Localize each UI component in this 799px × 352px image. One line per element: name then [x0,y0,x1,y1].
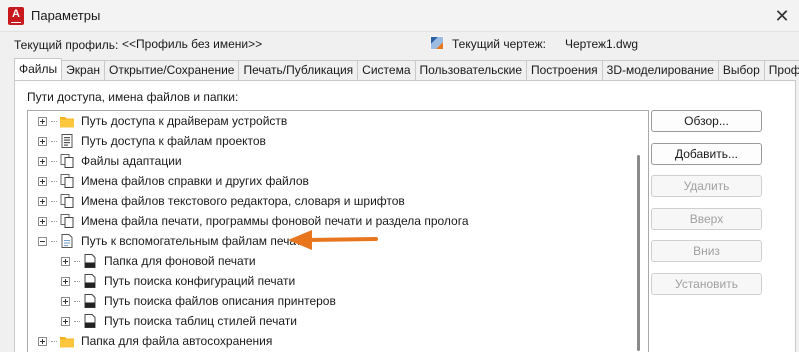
expand-icon[interactable] [61,316,70,326]
callout-arrow-icon [288,230,378,250]
tree-item-print-spooler-folder[interactable]: Папка для фоновой печати [61,251,256,271]
tree-item-label: Путь поиска таблиц стилей печати [104,314,297,328]
drawing-file-icon [430,36,444,50]
set-current-button[interactable]: Установить [651,273,762,295]
files-panel: Пути доступа, имена файлов и папки: Путь… [14,80,796,352]
tab-drafting[interactable]: Построения [527,60,603,80]
expand-icon[interactable] [38,156,47,166]
autocad-app-icon: A [8,7,24,25]
tree-item-label: Путь доступа к файлам проектов [81,134,266,148]
tree-item-label: Путь поиска файлов описания принтеров [104,294,336,308]
expand-icon[interactable] [61,276,70,286]
tree-item-label: Имена файла печати, программы фоновой пе… [81,214,469,228]
tab-files[interactable]: Файлы [14,58,63,80]
tree-item-label: Имена файлов текстового редактора, слова… [81,194,405,208]
expand-icon[interactable] [38,196,47,206]
tree-item-label: Путь поиска конфигураций печати [104,274,296,288]
expand-icon[interactable] [38,136,47,146]
tree-item-autosave-folder[interactable]: Папка для файла автосохранения [38,331,272,351]
close-button[interactable]: ✕ [770,4,794,28]
tree-item-label: Путь к вспомогательным файлам печати [81,234,309,248]
tree-item-label: Путь доступа к драйверам устройств [81,114,288,128]
current-drawing-value: Чертеж1.dwg [565,37,639,51]
tree-item-plotter-config-path[interactable]: Путь поиска конфигураций печати [61,271,295,291]
current-drawing-label: Текущий чертеж: [452,37,546,51]
scrollbar-thumb[interactable] [637,155,640,351]
tree-item-project-files-path[interactable]: Путь доступа к файлам проектов [38,131,266,151]
folder-icon [60,117,74,128]
plot-file-icon [84,294,96,308]
title-bar: A Параметры ✕ [0,0,799,32]
expand-icon[interactable] [38,336,47,346]
tree-item-device-driver-path[interactable]: Путь доступа к драйверам устройств [38,111,287,131]
tree-item-label: Папка для файла автосохранения [81,334,273,348]
tree-item-print-file-names[interactable]: Имена файла печати, программы фоновой пе… [38,211,469,231]
tree-item-customization-files[interactable]: Файлы адаптации [38,151,182,171]
tree-item-label: Папка для фоновой печати [104,254,256,268]
tab-plot-publish[interactable]: Печать/Публикация [239,60,359,80]
current-profile-label: Текущий профиль: [14,38,119,52]
tab-system[interactable]: Система [358,60,416,80]
tree-item-text-editor-files[interactable]: Имена файлов текстового редактора, слова… [38,191,405,211]
tree-item-help-files[interactable]: Имена файлов справки и других файлов [38,171,309,191]
tab-3d-modeling[interactable]: 3D-моделирование [602,60,719,80]
files-stack-icon [60,174,74,188]
files-stack-icon [60,154,74,168]
plot-file-icon [84,274,96,288]
add-button[interactable]: Добавить... [651,143,762,165]
current-profile-value: <<Профиль без имени>> [122,37,263,51]
tree-item-plot-style-table-path[interactable]: Путь поиска таблиц стилей печати [61,311,297,331]
tab-strip: Файлы Экран Открытие/Сохранение Печать/П… [14,58,799,80]
collapse-icon[interactable] [38,236,47,246]
tree-item-label: Имена файлов справки и других файлов [81,174,309,188]
tree-item-printer-description-path[interactable]: Путь поиска файлов описания принтеров [61,291,336,311]
browse-button[interactable]: Обзор... [651,110,762,132]
tree-vertical-scrollbar[interactable] [631,111,648,352]
search-paths-label: Пути доступа, имена файлов и папки: [27,90,239,104]
tree-item-label: Файлы адаптации [81,154,182,168]
expand-icon[interactable] [38,116,47,126]
move-down-button[interactable]: Вниз [651,240,762,262]
remove-button[interactable]: Удалить [651,175,762,197]
tab-selection[interactable]: Выбор [718,60,765,80]
plot-file-icon [84,314,96,328]
project-file-icon [61,134,73,148]
expand-icon[interactable] [61,296,70,306]
tree-item-printer-support-path[interactable]: Путь к вспомогательным файлам печати [38,231,308,251]
move-up-button[interactable]: Вверх [651,208,762,230]
tab-profiles[interactable]: Профили [764,60,799,80]
tab-user-preferences[interactable]: Пользовательские [415,60,527,80]
plot-file-icon [84,254,96,268]
document-icon [61,234,73,248]
files-stack-icon [60,214,74,228]
tab-display[interactable]: Экран [62,60,105,80]
expand-icon[interactable] [38,176,47,186]
files-stack-icon [60,194,74,208]
window-title: Параметры [31,8,101,23]
tab-open-save[interactable]: Открытие/Сохранение [105,60,240,80]
expand-icon[interactable] [38,216,47,226]
expand-icon[interactable] [61,256,70,266]
folder-icon [60,337,74,348]
